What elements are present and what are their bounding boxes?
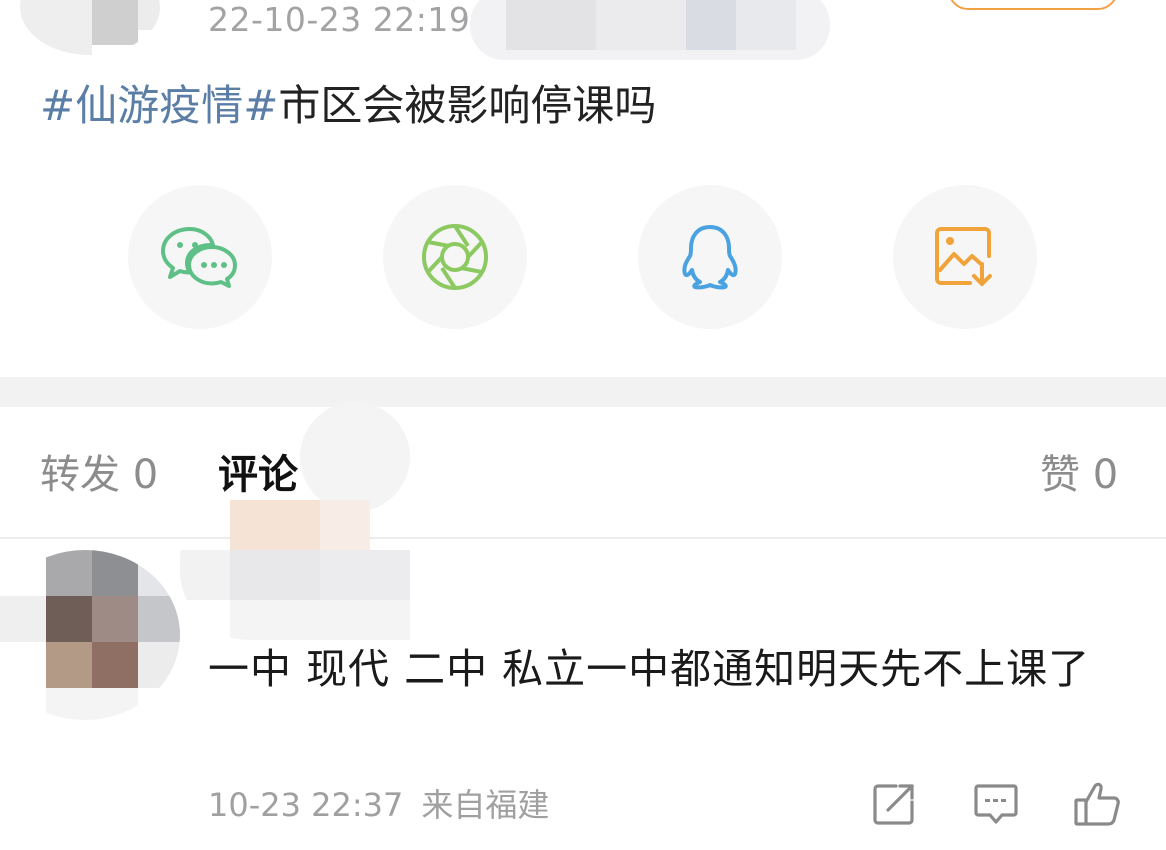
share-moments-button[interactable] <box>383 185 527 329</box>
wechat-icon <box>161 227 237 288</box>
post-timestamp: 22-10-23 22:19 <box>208 0 471 39</box>
section-divider <box>0 377 1166 407</box>
comment-timestamp: 10-23 22:37 <box>208 786 404 824</box>
author-avatar[interactable] <box>20 0 160 55</box>
comment-share-button[interactable] <box>870 780 918 828</box>
comment-text: 一中 现代 二中 私立一中都通知明天先不上课了 <box>208 645 1091 693</box>
moments-icon <box>422 224 488 290</box>
tab-divider <box>0 537 1166 539</box>
post-body: 市区会被影响停课吗 <box>278 81 657 130</box>
topic-link[interactable]: #仙游疫情# <box>40 81 278 130</box>
comment-like-button[interactable] <box>1073 780 1121 828</box>
author-name[interactable] <box>470 0 830 60</box>
save-image-button[interactable] <box>893 185 1037 329</box>
comment-meta: 10-23 22:37 来自福建 <box>208 785 567 825</box>
share-icon <box>873 784 914 825</box>
share-qq-button[interactable] <box>638 185 782 329</box>
tab-like[interactable]: 赞 0 <box>1040 450 1118 500</box>
qq-icon <box>682 225 738 290</box>
save-image-icon <box>935 227 992 286</box>
comment-reply-button[interactable] <box>972 780 1020 828</box>
like-icon <box>1074 782 1120 826</box>
share-wechat-button[interactable] <box>128 185 272 329</box>
follow-button[interactable] <box>948 0 1118 10</box>
tab-repost[interactable]: 转发 0 <box>40 450 158 500</box>
commenter-avatar[interactable] <box>0 550 180 720</box>
reply-icon <box>974 784 1018 824</box>
post-content: #仙游疫情#市区会被影响停课吗 <box>40 78 656 134</box>
commenter-name[interactable] <box>180 490 480 640</box>
comment-location: 来自福建 <box>421 786 550 824</box>
